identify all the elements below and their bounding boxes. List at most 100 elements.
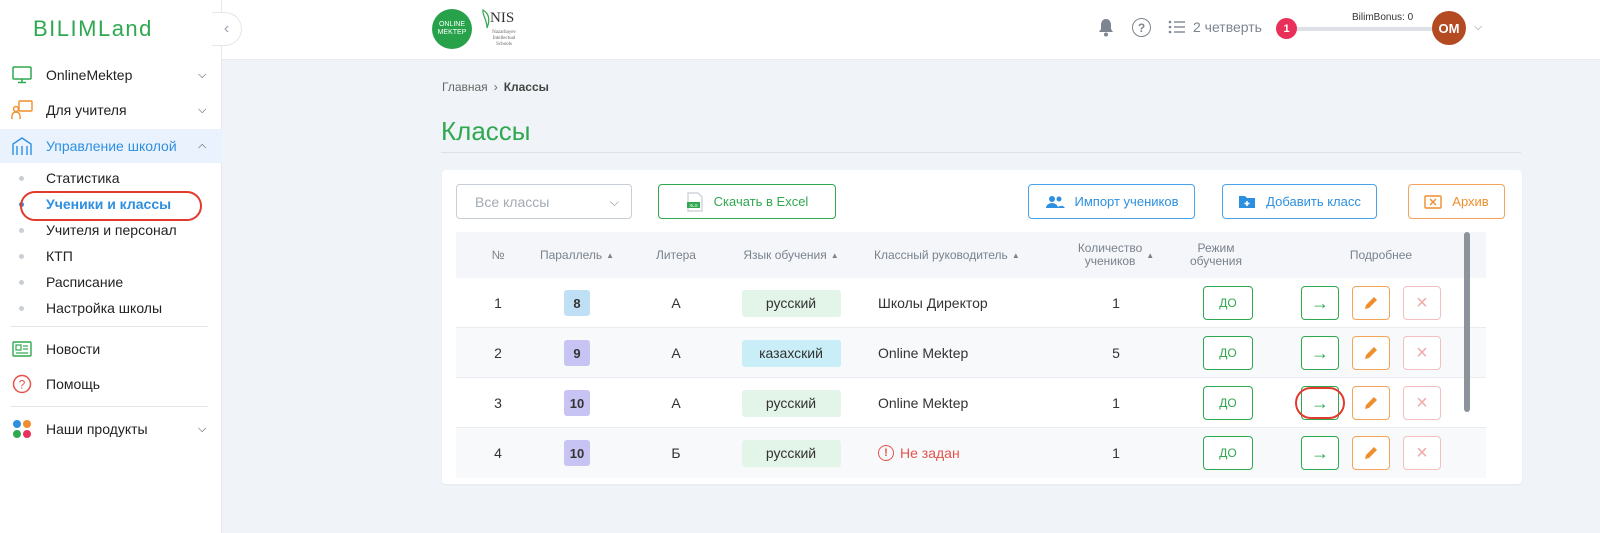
teacher-icon — [10, 99, 34, 121]
language-badge: русский — [741, 389, 841, 417]
pencil-icon — [1365, 447, 1377, 459]
cell-num: 1 — [494, 295, 502, 311]
open-class-button[interactable]: → — [1301, 286, 1339, 320]
sidebar-subitem-statistics[interactable]: Статистика — [0, 166, 222, 190]
delete-class-button[interactable]: × — [1403, 336, 1441, 370]
cell-litera: А — [671, 295, 681, 311]
chevron-down-icon: ⌵ — [198, 422, 207, 435]
sidebar-subitem-label: КТП — [46, 248, 73, 264]
bilimland-logo[interactable]: BILIMLand — [33, 16, 153, 42]
sidebar-item-school-management[interactable]: Управление школой ⌵ — [0, 129, 222, 163]
chevron-down-icon[interactable]: ⌵ — [1474, 21, 1482, 34]
class-filter-select[interactable]: Все классы ⌵ — [456, 184, 632, 219]
sidebar-subitem-label: Настройка школы — [46, 300, 163, 316]
learning-mode-button[interactable]: ДО — [1203, 386, 1253, 420]
sidebar: BILIMLand OnlineMektep ⌵ Для учителя ⌵ У… — [0, 0, 222, 533]
header-student-count[interactable]: Количество учеников ▲︎ — [1066, 232, 1166, 278]
users-icon — [1045, 195, 1064, 208]
news-icon — [10, 338, 34, 360]
grade-badge: 10 — [564, 440, 590, 466]
sidebar-item-news[interactable]: Новости — [0, 332, 222, 366]
pencil-icon — [1365, 397, 1377, 409]
archive-button[interactable]: Архив — [1408, 184, 1505, 219]
quarter-selector[interactable]: 2 четверть — [1168, 19, 1262, 35]
import-students-button[interactable]: Импорт учеников — [1028, 184, 1195, 219]
cell-parallel: 9 — [522, 328, 632, 378]
chevron-right-icon: › — [493, 80, 498, 94]
edit-class-button[interactable] — [1352, 336, 1390, 370]
open-class-button[interactable]: → — [1301, 336, 1339, 370]
bullet-dot — [19, 279, 24, 285]
breadcrumb-current: Классы — [503, 80, 549, 94]
delete-class-button[interactable]: × — [1403, 386, 1441, 420]
avatar[interactable]: OM — [1432, 11, 1466, 45]
delete-class-button[interactable]: × — [1403, 436, 1441, 470]
edit-class-button[interactable] — [1352, 436, 1390, 470]
sidebar-item-label: Помощь — [46, 376, 101, 392]
sidebar-item-products[interactable]: Наши продукты ⌵ — [0, 412, 222, 446]
edit-class-button[interactable] — [1352, 286, 1390, 320]
learning-mode-button[interactable]: ДО — [1203, 436, 1253, 470]
close-icon: × — [1416, 341, 1428, 364]
header-teacher[interactable]: Классный руководитель ▲︎ — [874, 232, 1054, 278]
cell-teacher: ! Не задан — [878, 428, 1058, 478]
cell-teacher: Школы Директор — [878, 295, 988, 311]
help-circle-icon[interactable]: ? — [1132, 18, 1151, 37]
sidebar-subitem-school-settings[interactable]: Настройка школы — [0, 296, 222, 320]
bell-icon[interactable] — [1098, 18, 1114, 42]
sidebar-item-onlinemektep[interactable]: OnlineMektep ⌵ — [0, 58, 222, 92]
button-label: Импорт учеников — [1074, 194, 1179, 209]
open-class-button[interactable]: → — [1301, 436, 1339, 470]
nis-logo: NIS Nazarbayev Intellectual Schools — [480, 8, 520, 50]
sidebar-item-teacher[interactable]: Для учителя ⌵ — [0, 93, 222, 127]
school-icon — [10, 135, 34, 157]
sort-icon: ▲︎ — [1011, 250, 1020, 260]
sidebar-subitem-schedule[interactable]: Расписание — [0, 270, 222, 294]
close-icon: × — [1416, 391, 1428, 414]
sidebar-item-help[interactable]: ? Помощь — [0, 367, 222, 401]
cell-num: 4 — [494, 445, 502, 461]
page-title: Классы — [441, 116, 531, 146]
header-language[interactable]: Язык обучения ▲︎ — [726, 232, 856, 278]
sidebar-item-label: Управление школой — [46, 138, 177, 154]
sidebar-subitem-label: Расписание — [46, 274, 124, 290]
cell-num: 2 — [494, 345, 502, 361]
header-parallel[interactable]: Параллель ▲︎ — [522, 232, 632, 278]
cell-language: русский — [726, 278, 856, 328]
cell-mode: ДО — [1188, 428, 1268, 478]
cell-mode: ДО — [1188, 378, 1268, 428]
warning-icon: ! — [878, 445, 894, 461]
teacher-not-set-label: Не задан — [900, 445, 960, 461]
breadcrumb-home-link[interactable]: Главная — [442, 80, 488, 94]
button-label: Скачать в Excel — [713, 194, 809, 209]
sort-icon: ▲︎ — [830, 250, 839, 260]
quarter-label: 2 четверть — [1193, 19, 1262, 35]
nis-logo-subtext: Nazarbayev Intellectual Schools — [492, 30, 516, 47]
highlight-annotation — [20, 191, 202, 221]
table-row: 4 10 Б русский ! Не задан 1 ДО → × — [456, 428, 1486, 478]
learning-mode-button[interactable]: ДО — [1203, 336, 1253, 370]
cell-language: казахский — [726, 328, 856, 378]
sidebar-subitem-ktp[interactable]: КТП — [0, 244, 222, 268]
arrow-right-icon: → — [1311, 442, 1329, 463]
help-icon: ? — [10, 373, 34, 395]
cell-count: 1 — [1112, 395, 1120, 411]
add-class-button[interactable]: Добавить класс — [1222, 184, 1377, 219]
chevron-down-icon: ⌵ — [198, 103, 207, 116]
learning-mode-button[interactable]: ДО — [1203, 286, 1253, 320]
edit-class-button[interactable] — [1352, 386, 1390, 420]
cell-mode: ДО — [1188, 278, 1268, 328]
classes-card: Все классы ⌵ XLS Скачать в Excel Импорт … — [442, 170, 1522, 484]
language-badge: казахский — [741, 339, 841, 367]
download-excel-button[interactable]: XLS Скачать в Excel — [658, 184, 836, 219]
cell-num: 3 — [494, 395, 502, 411]
delete-class-button[interactable]: × — [1403, 286, 1441, 320]
sidebar-subitem-teachers-staff[interactable]: Учителя и персонал — [0, 218, 222, 242]
bullet-dot — [19, 175, 24, 181]
cell-litera: А — [671, 345, 681, 361]
table-row: 1 8 А русский Школы Директор 1 ДО → × — [456, 278, 1486, 328]
onlinemektep-logo[interactable]: ONLINE MEKTEP — [432, 9, 472, 49]
table-scrollbar[interactable] — [1464, 232, 1470, 412]
cell-count: 1 — [1112, 295, 1120, 311]
products-icon — [10, 418, 34, 440]
